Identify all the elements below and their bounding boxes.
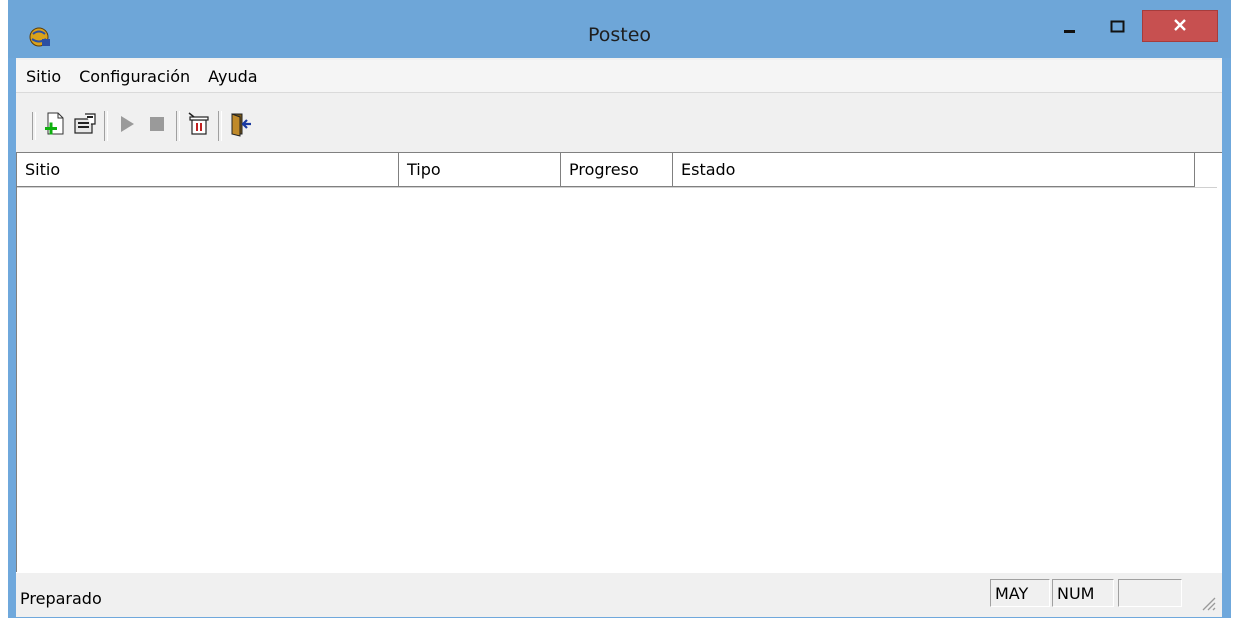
column-header-estado[interactable]: Estado	[673, 153, 1195, 187]
maximize-button[interactable]	[1098, 9, 1138, 47]
menu-ayuda[interactable]: Ayuda	[200, 67, 265, 86]
exit-icon	[228, 111, 254, 141]
toolbar-grip[interactable]	[32, 112, 36, 140]
scroll-lock-indicator	[1118, 579, 1182, 607]
clear-log-button[interactable]	[184, 111, 214, 141]
clear-log-icon	[186, 111, 212, 141]
close-icon	[1173, 17, 1187, 36]
toolbar	[16, 102, 1222, 150]
properties-button[interactable]	[70, 111, 100, 141]
menu-sitio[interactable]: Sitio	[18, 67, 69, 86]
minimize-button[interactable]	[1050, 9, 1090, 47]
exit-button[interactable]	[226, 111, 256, 141]
toolbar-separator	[104, 111, 108, 141]
status-bar: Preparado MAY NUM	[16, 572, 1222, 617]
minimize-icon	[1063, 19, 1077, 38]
window-title: Posteo	[587, 24, 652, 46]
column-header-sitio[interactable]: Sitio	[17, 153, 399, 187]
menu-configuracion[interactable]: Configuración	[71, 67, 198, 86]
status-text: Preparado	[20, 589, 102, 608]
toolbar-separator	[176, 111, 180, 141]
maximize-icon	[1110, 19, 1126, 38]
menu-bar: Sitio Configuración Ayuda	[16, 60, 1222, 93]
column-header-progreso[interactable]: Progreso	[561, 153, 673, 187]
num-lock-indicator: NUM	[1052, 579, 1114, 607]
toolbar-separator	[218, 111, 222, 141]
client-area: Sitio Configuración Ayuda Sitio Tipo Pro…	[16, 58, 1222, 617]
stop-icon	[146, 113, 168, 139]
caps-lock-indicator: MAY	[990, 579, 1050, 607]
new-site-button[interactable]	[40, 111, 70, 141]
app-window: Posteo Sitio Configuración Ayuda Sitio T…	[8, 0, 1231, 618]
play-icon	[116, 113, 138, 139]
play-button[interactable]	[112, 111, 142, 141]
column-header-tipo[interactable]: Tipo	[399, 153, 561, 187]
resize-grip-icon[interactable]	[1198, 593, 1216, 611]
list-header: Sitio Tipo Progreso Estado	[17, 153, 1217, 188]
stop-button[interactable]	[142, 111, 172, 141]
title-bar[interactable]: Posteo	[8, 0, 1231, 58]
new-site-icon	[42, 111, 68, 141]
properties-icon	[72, 111, 98, 141]
close-button[interactable]	[1142, 10, 1218, 42]
sites-list[interactable]: Sitio Tipo Progreso Estado	[16, 152, 1222, 572]
